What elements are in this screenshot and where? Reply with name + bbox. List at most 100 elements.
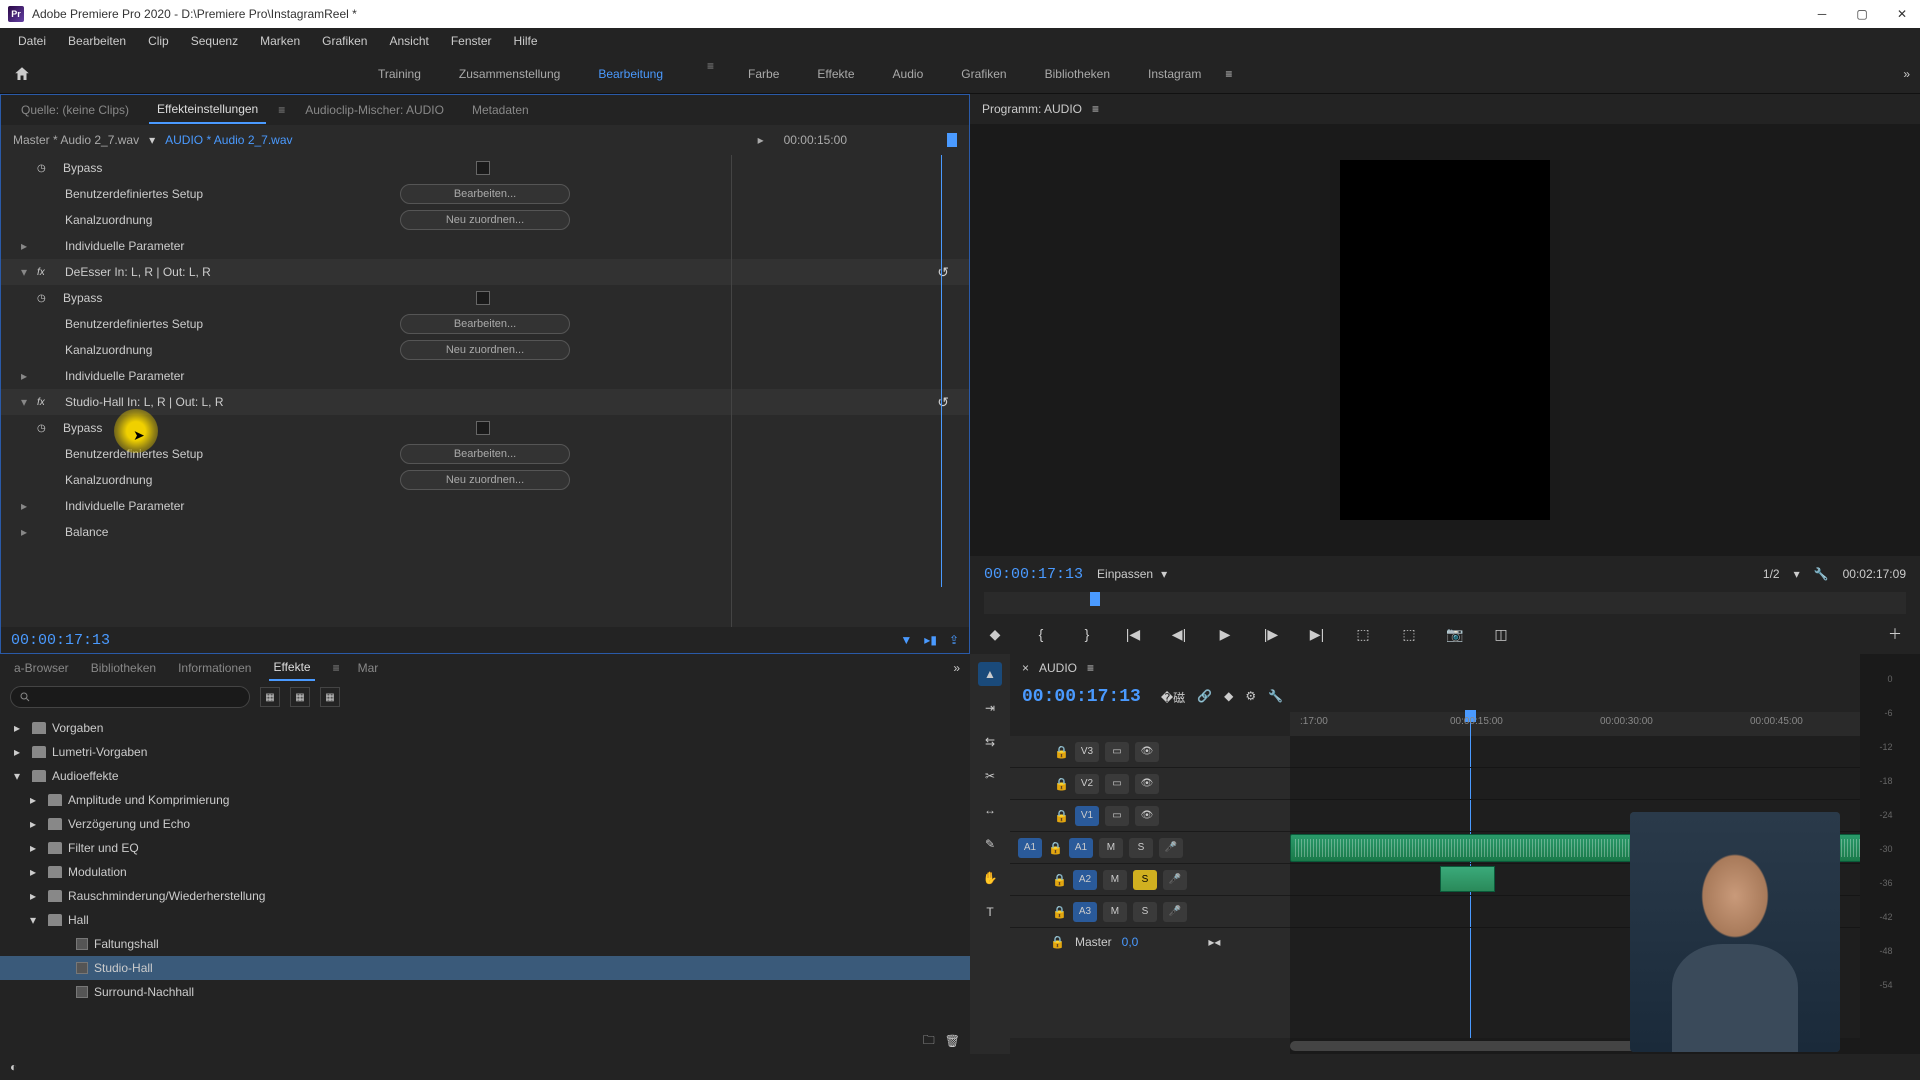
effect-row-1[interactable]: Benutzerdefiniertes SetupBearbeiten... xyxy=(1,181,969,207)
workspace-grafiken[interactable]: Grafiken xyxy=(957,59,1010,89)
panel-menu-icon[interactable]: ≡ xyxy=(278,103,285,117)
ripple-tool[interactable]: ⇆ xyxy=(978,730,1002,754)
maximize-button[interactable]: ▢ xyxy=(1852,4,1872,24)
program-current-tc[interactable]: 00:00:17:13 xyxy=(984,566,1083,583)
source-patch[interactable]: A1 xyxy=(1018,838,1042,858)
sequence-name[interactable]: AUDIO xyxy=(1039,661,1077,675)
expand-icon[interactable]: ▸◂ xyxy=(1208,935,1220,949)
timeline-ruler[interactable]: :17:0000:00:15:0000:00:30:0000:00:45:000… xyxy=(1290,712,1860,736)
tree-item-verz-gerung-und-echo[interactable]: ▸Verzögerung und Echo xyxy=(0,812,970,836)
workspace-training[interactable]: Training xyxy=(374,59,425,89)
video-track-header-v3[interactable]: 🔒V3▭👁 xyxy=(1010,736,1290,768)
overflow-icon[interactable]: » xyxy=(953,661,960,675)
audio-clip-2[interactable] xyxy=(1440,866,1495,892)
menu-hilfe[interactable]: Hilfe xyxy=(504,30,548,52)
fx-icon[interactable]: fx xyxy=(37,267,55,278)
menu-sequenz[interactable]: Sequenz xyxy=(181,30,248,52)
linked-selection-icon[interactable]: 🔗 xyxy=(1197,689,1212,706)
effect-row-2[interactable]: KanalzuordnungNeu zuordnen... xyxy=(1,207,969,233)
lock-icon[interactable]: 🔒 xyxy=(1054,777,1069,791)
tree-item-rauschminderung-wiederherstellung[interactable]: ▸Rauschminderung/Wiederherstellung xyxy=(0,884,970,908)
tree-item-amplitude-und-komprimierung[interactable]: ▸Amplitude und Komprimierung xyxy=(0,788,970,812)
mini-playhead[interactable] xyxy=(947,133,957,147)
menu-grafiken[interactable]: Grafiken xyxy=(312,30,377,52)
razor-tool[interactable]: ✂ xyxy=(978,764,1002,788)
audio-track-header-a3[interactable]: 🔒A3MS🎤 xyxy=(1010,896,1290,928)
fit-dropdown[interactable]: Einpassen xyxy=(1097,567,1153,581)
comparison-button[interactable]: ◫ xyxy=(1490,623,1512,645)
chevron-icon[interactable]: ▸ xyxy=(30,865,42,879)
effect-row-9[interactable]: ▾fxStudio-Hall In: L, R | Out: L, R↺ xyxy=(1,389,969,415)
video-track-header-v1[interactable]: 🔒V1▭👁 xyxy=(1010,800,1290,832)
button-editor-icon[interactable]: ＋ xyxy=(1884,623,1906,645)
track-toggle[interactable]: V3 xyxy=(1075,742,1099,762)
clip-master-label[interactable]: Master * Audio 2_7.wav xyxy=(13,133,139,147)
program-tab[interactable]: Programm: AUDIO xyxy=(982,102,1082,116)
export-icon[interactable]: ⇪ xyxy=(949,633,959,647)
lock-icon[interactable]: 🔒 xyxy=(1052,905,1067,919)
effect-row-13[interactable]: ▸Individuelle Parameter xyxy=(1,493,969,519)
chevron-right-icon[interactable]: ▸ xyxy=(21,525,37,539)
play-icon[interactable]: ▸ xyxy=(758,133,764,147)
bypass-checkbox[interactable] xyxy=(476,291,490,305)
chevron-down-icon[interactable]: ▾ xyxy=(149,133,155,147)
preset-type-icon-2[interactable]: ▦ xyxy=(290,687,310,707)
workspace-zusammenstellung[interactable]: Zusammenstellung xyxy=(455,59,564,89)
tree-item-audioeffekte[interactable]: ▾Audioeffekte xyxy=(0,764,970,788)
track-visibility-icon[interactable]: 👁 xyxy=(1135,742,1159,762)
lock-icon[interactable]: 🔒 xyxy=(1050,935,1065,949)
tree-item-faltungshall[interactable]: Faltungshall xyxy=(0,932,970,956)
tree-item-studio-hall[interactable]: Studio-Hall xyxy=(0,956,970,980)
effect-row-10[interactable]: ◷Bypass xyxy=(1,415,969,441)
tree-item-hall[interactable]: ▾Hall xyxy=(0,908,970,932)
solo-button[interactable]: S xyxy=(1133,870,1157,890)
voice-over-icon[interactable]: 🎤 xyxy=(1159,838,1183,858)
effect-row-0[interactable]: ◷Bypass xyxy=(1,155,969,181)
source-tab-1[interactable]: Effekteinstellungen xyxy=(149,96,266,124)
program-playhead[interactable] xyxy=(1090,592,1100,606)
chevron-icon[interactable]: ▸ xyxy=(14,721,26,735)
delete-icon[interactable]: 🗑 xyxy=(945,1034,960,1048)
effects-tab-4[interactable]: Mar xyxy=(354,656,383,680)
effects-tab-2[interactable]: Informationen xyxy=(174,656,255,680)
workspace-audio[interactable]: Audio xyxy=(889,59,928,89)
effect-row-5[interactable]: ◷Bypass xyxy=(1,285,969,311)
track-toggle[interactable]: V1 xyxy=(1075,806,1099,826)
reset-icon[interactable]: ↺ xyxy=(937,394,949,411)
step-forward-button[interactable]: |▶ xyxy=(1260,623,1282,645)
effect-row-6[interactable]: Benutzerdefiniertes SetupBearbeiten... xyxy=(1,311,969,337)
tree-item-lumetri-vorgaben[interactable]: ▸Lumetri-Vorgaben xyxy=(0,740,970,764)
close-button[interactable]: ✕ xyxy=(1892,4,1912,24)
workspace-instagram[interactable]: Instagram xyxy=(1144,59,1205,89)
filter-icon[interactable]: ▼ xyxy=(900,633,912,647)
tree-item-vorgaben[interactable]: ▸Vorgaben xyxy=(0,716,970,740)
panel-menu-icon[interactable]: ≡ xyxy=(1092,102,1099,116)
stopwatch-icon[interactable]: ◷ xyxy=(37,293,53,304)
scroll-thumb[interactable] xyxy=(1290,1041,1670,1051)
lock-icon[interactable]: 🔒 xyxy=(1052,873,1067,887)
mark-in-button[interactable]: { xyxy=(1030,623,1052,645)
effect-row-7[interactable]: KanalzuordnungNeu zuordnen... xyxy=(1,337,969,363)
menu-ansicht[interactable]: Ansicht xyxy=(379,30,438,52)
tree-item-surround-nachhall[interactable]: Surround-Nachhall xyxy=(0,980,970,1004)
effects-tab-1[interactable]: Bibliotheken xyxy=(87,656,160,680)
workspace-bearbeitung[interactable]: Bearbeitung xyxy=(594,59,667,89)
source-tab-0[interactable]: Quelle: (keine Clips) xyxy=(13,97,137,123)
workspace-menu-icon[interactable]: ≡ xyxy=(1225,67,1232,81)
track-visibility-icon[interactable]: 👁 xyxy=(1135,806,1159,826)
edit-button[interactable]: Neu zuordnen... xyxy=(400,210,570,230)
track-toggle[interactable]: A1 xyxy=(1069,838,1093,858)
reset-icon[interactable]: ↺ xyxy=(937,264,949,281)
pen-tool[interactable]: ✎ xyxy=(978,832,1002,856)
wrench-icon[interactable]: 🔧 xyxy=(1814,567,1829,581)
program-viewport[interactable] xyxy=(970,124,1920,556)
minimize-button[interactable]: ─ xyxy=(1812,4,1832,24)
play-button[interactable]: ▶ xyxy=(1214,623,1236,645)
workspace-menu-icon[interactable]: ≡ xyxy=(707,59,714,89)
lock-icon[interactable]: 🔒 xyxy=(1054,809,1069,823)
preset-type-icon-3[interactable]: ▦ xyxy=(320,687,340,707)
slip-tool[interactable]: ↔ xyxy=(978,798,1002,822)
chevron-down-icon[interactable]: ▾ xyxy=(21,265,37,279)
edit-button[interactable]: Bearbeiten... xyxy=(400,184,570,204)
settings-icon[interactable]: ⚙ xyxy=(1245,689,1256,706)
